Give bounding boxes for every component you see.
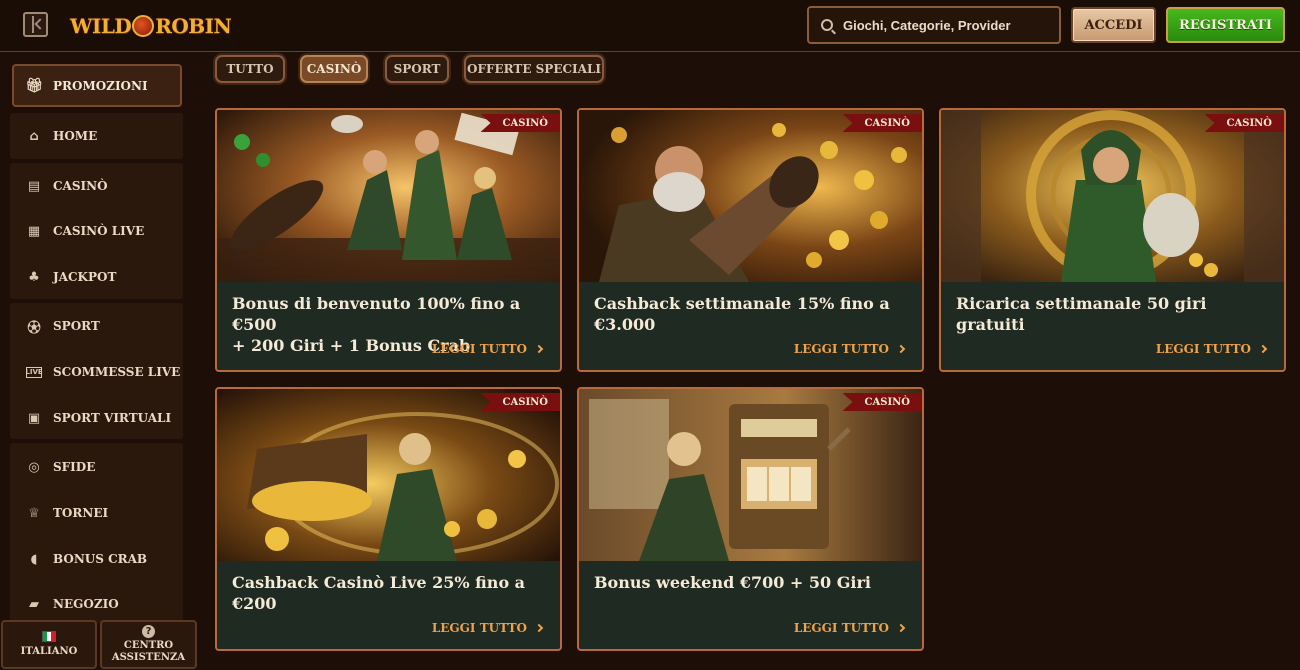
category-badge: CASINÒ: [842, 114, 922, 132]
football-icon: ⚽︎: [27, 320, 41, 336]
sidebar-item-sport-virtuali[interactable]: ▣ SPORT VIRTUALI: [10, 395, 183, 441]
promo-card[interactable]: CASINÒ Bonus weekend €700 + 50 Giri LEGG…: [577, 387, 924, 651]
logo[interactable]: WILD ROBIN: [70, 12, 232, 40]
chevron-right-icon: [1258, 344, 1268, 354]
sidebar-item-scommesse-live[interactable]: LIVE SCOMMESSE LIVE: [10, 349, 183, 395]
help-center-button[interactable]: ? CENTRO ASSISTENZA: [100, 620, 197, 669]
read-more-link[interactable]: LEGGI TUTTO: [794, 342, 906, 356]
category-badge: CASINÒ: [480, 393, 560, 411]
promo-image: [579, 110, 922, 282]
sidebar-item-sport[interactable]: ⚽︎ SPORT: [10, 303, 183, 349]
category-badge: CASINÒ: [842, 393, 922, 411]
top-header: WILD ROBIN ACCEDI REGISTRATI: [0, 0, 1300, 52]
register-button[interactable]: REGISTRATI: [1166, 7, 1285, 43]
sidebar-item-jackpot[interactable]: ♣ JACKPOT: [10, 254, 183, 300]
read-more-link[interactable]: LEGGI TUTTO: [432, 621, 544, 635]
chevron-right-icon: [534, 623, 544, 633]
promo-card[interactable]: CASINÒ Cashback Casinò Live 25% fino a €…: [215, 387, 562, 651]
search-input[interactable]: [843, 17, 1043, 33]
help-icon: ?: [142, 625, 155, 638]
promo-card[interactable]: CASINÒ Bonus di benvenuto 100% fino a €5…: [215, 108, 562, 372]
tab-casino[interactable]: CASINÒ: [300, 55, 368, 83]
read-more-link[interactable]: LEGGI TUTTO: [794, 621, 906, 635]
sidebar-item-bonus-crab[interactable]: ◖ BONUS CRAB: [10, 536, 183, 582]
promo-title: Cashback Casinò Live 25% fino a €200: [232, 573, 526, 613]
sidebar-item-sfide[interactable]: ◎ SFIDE: [10, 444, 183, 490]
casino-icon: ▤: [27, 178, 41, 194]
promo-card[interactable]: CASINÒ Cashback settimanale 15% fino a €…: [577, 108, 924, 372]
promo-title: Cashback settimanale 15% fino a €3.000: [594, 294, 890, 334]
chevron-right-icon: [896, 344, 906, 354]
promo-image: [941, 110, 1284, 282]
search-box[interactable]: [807, 6, 1061, 44]
sidebar-item-promozioni[interactable]: 🎁︎ PROMOZIONI: [12, 64, 182, 107]
language-selector[interactable]: ITALIANO: [1, 620, 97, 669]
read-more-link[interactable]: LEGGI TUTTO: [432, 342, 544, 356]
login-button[interactable]: ACCEDI: [1071, 7, 1156, 43]
clover-icon: ♣: [28, 269, 40, 285]
tab-offerte-speciali[interactable]: OFFERTE SPECIALI: [464, 55, 604, 83]
promo-title: Bonus weekend €700 + 50 Giri: [594, 573, 871, 592]
read-more-link[interactable]: LEGGI TUTTO: [1156, 342, 1268, 356]
sidebar-toggle-button[interactable]: [23, 12, 48, 37]
search-icon: [821, 19, 833, 31]
target-icon: ◎: [28, 459, 40, 475]
live-badge-icon: LIVE: [25, 366, 43, 378]
category-badge: CASINÒ: [480, 114, 560, 132]
sidebar-item-casino[interactable]: ▤ CASINÒ: [10, 163, 183, 209]
collapse-icon: [32, 16, 34, 33]
tab-tutto[interactable]: TUTTO: [215, 55, 285, 83]
shop-bag-icon: ▰: [29, 596, 39, 612]
italy-flag-icon: [42, 631, 56, 642]
trophy-icon: ♕: [28, 505, 40, 521]
virtual-sport-icon: ▣: [27, 410, 41, 426]
chevron-right-icon: [534, 344, 544, 354]
home-icon: ⌂: [29, 128, 39, 144]
live-cards-icon: ▦: [27, 223, 41, 239]
gift-icon: 🎁︎: [25, 77, 43, 94]
category-badge: CASINÒ: [1204, 114, 1284, 132]
logo-orb-icon: [132, 15, 155, 37]
sidebar-item-home[interactable]: ⌂ HOME: [10, 113, 183, 159]
promo-card[interactable]: CASINÒ Ricarica settimanale 50 giri grat…: [939, 108, 1286, 372]
promo-title: Ricarica settimanale 50 giri gratuiti: [956, 294, 1207, 334]
sidebar-item-casino-live[interactable]: ▦ CASINÒ LIVE: [10, 208, 183, 254]
sidebar-item-tornei[interactable]: ♕ TORNEI: [10, 490, 183, 536]
crab-claw-icon: ◖: [30, 551, 38, 567]
chevron-right-icon: [896, 623, 906, 633]
tab-sport[interactable]: SPORT: [385, 55, 449, 83]
promo-image: [579, 389, 922, 561]
promo-image: [217, 110, 560, 282]
promo-image: [217, 389, 560, 561]
